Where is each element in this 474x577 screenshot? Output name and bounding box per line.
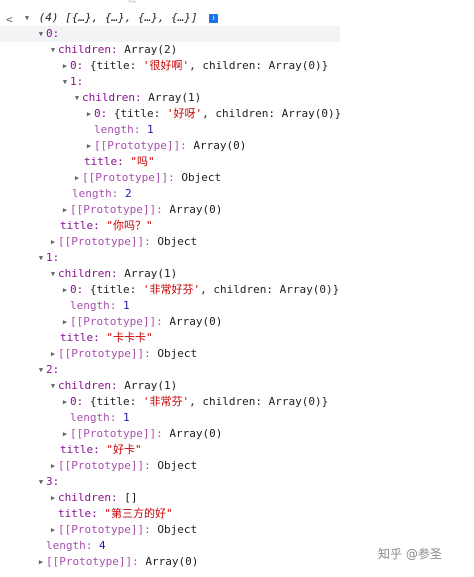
node-key: 0: — [70, 59, 84, 72]
array-count: (4) — [38, 11, 59, 24]
tree-row[interactable]: ▶ [[Prototype]]: Object — [48, 522, 197, 538]
tree-node-3[interactable]: ▼ 3: — [36, 474, 59, 490]
collapse-triangle-icon[interactable]: ▶ — [48, 346, 58, 362]
collapse-triangle-icon[interactable]: ▶ — [60, 394, 70, 410]
tree-row: length: 1 — [70, 411, 130, 424]
tree-row[interactable]: ▶ [[Prototype]]: Array(0) — [60, 426, 222, 442]
tree-row[interactable]: ▼ children: Array(1) — [48, 266, 177, 282]
collapse-triangle-icon[interactable]: ▶ — [48, 490, 58, 506]
tree-row[interactable]: ▶ 0: {title: '好呀', children: Array(0)} — [84, 106, 341, 122]
expand-triangle-icon[interactable]: ▼ — [48, 42, 58, 58]
tree-row[interactable]: ▼ 1: — [60, 74, 83, 90]
tree-row: title: "吗" — [84, 155, 155, 168]
tree-node-1[interactable]: ▼ 1: — [36, 250, 59, 266]
tree-row[interactable]: ▶ 0: {title: '很好啊', children: Array(0)} — [60, 58, 328, 74]
expand-triangle-icon[interactable]: ▼ — [48, 266, 58, 282]
prop-key: children: — [58, 43, 118, 56]
tree-row: title: "好卡" — [60, 443, 142, 456]
collapse-triangle-icon[interactable]: ▶ — [60, 58, 70, 74]
expand-triangle-icon[interactable]: ▼ — [36, 474, 46, 490]
tree-row[interactable]: ▶ [[Prototype]]: Object — [72, 170, 221, 186]
cut-glyph: × — [112, 0, 117, 3]
watermark: 知乎 @参圣 — [378, 547, 442, 561]
node-key: 1: — [70, 75, 84, 88]
expand-triangle-icon[interactable]: ▼ — [22, 10, 32, 26]
expand-triangle-icon[interactable]: ▼ — [72, 90, 82, 106]
tree-row[interactable]: ▶ [[Prototype]]: Object — [48, 234, 197, 250]
collapse-triangle-icon[interactable]: ▶ — [60, 202, 70, 218]
tree-node-2[interactable]: ▼ 2: — [36, 362, 59, 378]
cut-off-header: × 楼 — [0, 0, 474, 3]
collapse-triangle-icon[interactable]: ▶ — [48, 522, 58, 538]
array-summary[interactable]: ▼ (4) [{…}, {…}, {…}, {…}] i — [22, 10, 219, 26]
collapse-triangle-icon[interactable]: ▶ — [84, 106, 94, 122]
tree-node-0[interactable]: ▼ 0: — [0, 26, 340, 42]
collapse-triangle-icon[interactable]: ▶ — [36, 554, 46, 570]
tree-row[interactable]: ▶ [[Prototype]]: Object — [48, 458, 197, 474]
tree-row[interactable]: ▼ children: Array(2) — [48, 42, 177, 58]
prop-key: children: — [82, 91, 142, 104]
tree-row[interactable]: ▶ [[Prototype]]: Array(0) — [60, 202, 222, 218]
expand-triangle-icon[interactable]: ▼ — [60, 74, 70, 90]
collapse-triangle-icon[interactable]: ▶ — [60, 314, 70, 330]
collapse-triangle-icon[interactable]: ▶ — [48, 458, 58, 474]
cut-glyph: 楼 — [128, 0, 137, 3]
tree-row[interactable]: ▶ [[Prototype]]: Array(0) — [84, 138, 246, 154]
tree-row[interactable]: ▶ 0: {title: '非常好芬', children: Array(0)} — [60, 282, 339, 298]
tree-row[interactable]: ▼ children: Array(1) — [72, 90, 201, 106]
tree-row: title: "卡卡卡" — [60, 331, 153, 344]
tree-row: length: 1 — [70, 299, 130, 312]
node-key: 0: — [46, 27, 60, 40]
tree-row: title: "你吗？" — [60, 219, 153, 232]
tree-row[interactable]: ▼ children: Array(1) — [48, 378, 177, 394]
tree-row[interactable]: ▶ children: [] — [48, 490, 138, 506]
tree-row[interactable]: ▶ 0: {title: '非常芬', children: Array(0)} — [60, 394, 328, 410]
prop-value: Array(2) — [124, 43, 178, 56]
collapse-triangle-icon[interactable]: ▶ — [72, 170, 82, 186]
array-preview: [{…}, {…}, {…}, {…}] — [65, 11, 198, 24]
tree-row[interactable]: ▶ [[Prototype]]: Object — [48, 346, 197, 362]
tree-row: length: 1 — [94, 123, 154, 136]
tree-row: length: 4 — [46, 539, 106, 552]
result-arrow-icon: < — [6, 13, 13, 26]
info-icon[interactable]: i — [209, 13, 219, 23]
tree-row: length: 2 — [72, 187, 132, 200]
expand-triangle-icon[interactable]: ▼ — [36, 250, 46, 266]
tree-row: title: "第三方的好" — [58, 507, 173, 520]
expand-triangle-icon[interactable]: ▼ — [36, 26, 46, 42]
collapse-triangle-icon[interactable]: ▶ — [48, 234, 58, 250]
tree-row[interactable]: ▶ [[Prototype]]: Array(0) — [60, 314, 222, 330]
collapse-triangle-icon[interactable]: ▶ — [60, 426, 70, 442]
collapse-triangle-icon[interactable]: ▶ — [60, 282, 70, 298]
expand-triangle-icon[interactable]: ▼ — [48, 378, 58, 394]
collapse-triangle-icon[interactable]: ▶ — [84, 138, 94, 154]
tree-row[interactable]: ▶ [[Prototype]]: Array(0) — [36, 554, 198, 570]
expand-triangle-icon[interactable]: ▼ — [36, 362, 46, 378]
